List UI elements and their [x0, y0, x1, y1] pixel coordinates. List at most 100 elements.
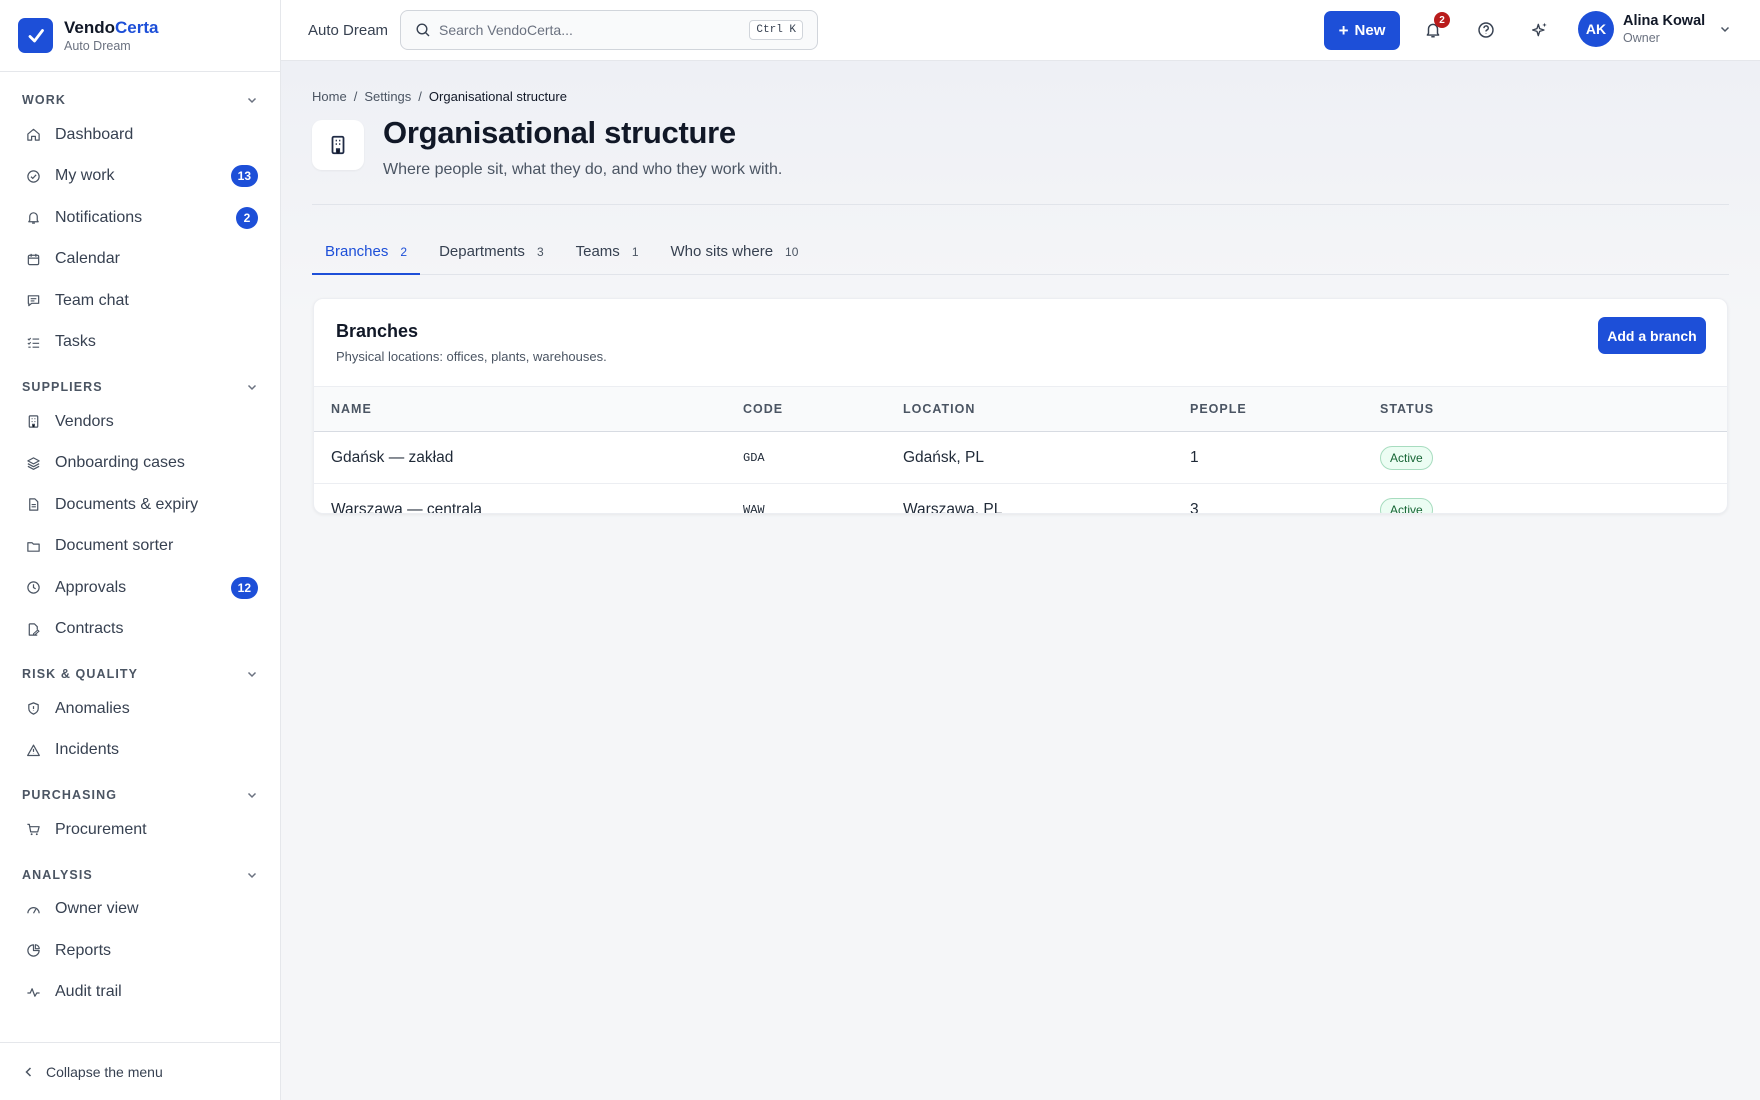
breadcrumb-settings[interactable]: Settings: [364, 89, 411, 104]
breadcrumb: Home / Settings / Organisational structu…: [312, 89, 567, 104]
breadcrumb-separator: /: [418, 89, 422, 104]
header-divider: [312, 204, 1729, 205]
search-box[interactable]: Ctrl K: [400, 10, 818, 50]
table-row[interactable]: Warszawa — centrala WAW Warszawa, PL 3 A…: [314, 484, 1727, 514]
branch-people: 1: [1173, 431, 1363, 484]
user-role: Owner: [1623, 30, 1660, 45]
chevron-down-icon: [247, 97, 257, 104]
tab-count: 1: [631, 245, 639, 259]
sidebar-item-document-sorter[interactable]: Document sorter: [0, 526, 280, 568]
tab-departments[interactable]: Departments 3: [426, 231, 557, 275]
tab-teams[interactable]: Teams 1: [563, 231, 652, 275]
home-icon: [27, 128, 40, 141]
collapse-menu-button[interactable]: Collapse the menu: [0, 1042, 280, 1100]
sidebar-item-audit-trail[interactable]: Audit trail: [0, 972, 280, 1014]
brand-org: Auto Dream: [64, 38, 131, 53]
breadcrumb-separator: /: [353, 89, 358, 104]
add-branch-button[interactable]: Add a branch: [1598, 317, 1706, 354]
new-button[interactable]: + New: [1324, 11, 1400, 50]
chevron-left-icon: [25, 1066, 32, 1077]
user-menu[interactable]: AK Alina Kowal Owner: [1578, 11, 1731, 47]
sidebar-item-documents-expiry[interactable]: Documents & expiry: [0, 484, 280, 526]
tab-branches[interactable]: Branches 2: [312, 231, 421, 275]
notifications-button[interactable]: 2: [1421, 12, 1450, 42]
layers-icon: [27, 457, 40, 470]
sidebar-item-incidents[interactable]: Incidents: [0, 730, 280, 772]
chat-icon: [27, 295, 40, 307]
breadcrumb-home[interactable]: Home: [312, 89, 347, 104]
sidebar-item-reports[interactable]: Reports: [0, 930, 280, 972]
chevron-down-icon: [247, 792, 257, 799]
section-work[interactable]: WORK: [0, 86, 280, 114]
topbar: Auto Dream Ctrl K + New 2 AK Alina Kowal…: [281, 0, 1760, 61]
branch-status-cell: Active: [1363, 431, 1727, 484]
section-purchasing[interactable]: PURCHASING: [0, 781, 280, 809]
tab-who-sits-where[interactable]: Who sits where 10: [658, 231, 812, 275]
plus-icon: +: [1338, 20, 1349, 40]
status-badge: Active: [1380, 498, 1433, 513]
help-circle-icon: [1478, 22, 1494, 38]
sidebar-item-approvals[interactable]: Approvals 12: [0, 567, 280, 609]
help-button[interactable]: [1474, 18, 1498, 42]
file-signature-icon: [28, 623, 40, 636]
sidebar-item-procurement[interactable]: Procurement: [0, 809, 280, 851]
page-subtitle: Where people sit, what they do, and who …: [383, 161, 783, 178]
search-input[interactable]: [439, 22, 750, 38]
check-circle-icon: [27, 170, 40, 183]
column-header-people[interactable]: PEOPLE: [1173, 386, 1363, 432]
sidebar-item-contracts[interactable]: Contracts: [0, 609, 280, 651]
gauge-icon: [27, 906, 40, 914]
tab-count: 2: [400, 245, 408, 259]
tab-count: 3: [536, 245, 544, 259]
brand-logo-icon: [18, 18, 53, 53]
branch-code: GDA: [726, 431, 886, 484]
sidebar-nav: WORK Dashboard My work 13 Notifications …: [0, 72, 280, 1013]
ai-assistant-button[interactable]: [1528, 18, 1552, 42]
chevron-down-icon: [1721, 26, 1730, 33]
brand[interactable]: VendoCerta Auto Dream: [0, 0, 280, 72]
badge-notifications: 2: [236, 206, 258, 229]
column-header-status[interactable]: STATUS: [1363, 386, 1727, 432]
sparkles-icon: [1532, 22, 1547, 37]
cart-icon: [27, 823, 40, 836]
branch-status-cell: Active: [1363, 484, 1727, 513]
column-header-code[interactable]: CODE: [726, 386, 886, 432]
branches-title: Branches: [336, 321, 419, 341]
column-header-location[interactable]: LOCATION: [886, 386, 1173, 432]
table-row[interactable]: Gdańsk — zakład GDA Gdańsk, PL 1 Active: [314, 431, 1727, 484]
sidebar-item-my-work[interactable]: My work 13: [0, 156, 280, 198]
org-switcher[interactable]: Auto Dream: [308, 22, 400, 39]
calendar-icon: [27, 253, 40, 266]
sidebar-item-dashboard[interactable]: Dashboard: [0, 114, 280, 156]
avatar: AK: [1578, 11, 1614, 47]
sidebar-item-tasks[interactable]: Tasks: [0, 322, 280, 364]
sidebar-item-calendar[interactable]: Calendar: [0, 239, 280, 281]
sidebar-item-onboarding-cases[interactable]: Onboarding cases: [0, 443, 280, 485]
section-risk-quality[interactable]: RISK & QUALITY: [0, 660, 280, 688]
sidebar-item-team-chat[interactable]: Team chat: [0, 280, 280, 322]
building-icon: [28, 415, 39, 428]
folder-icon: [27, 541, 40, 552]
sidebar-item-anomalies[interactable]: Anomalies: [0, 688, 280, 730]
bell-icon: [28, 212, 39, 224]
sidebar-item-owner-view[interactable]: Owner view: [0, 889, 280, 931]
warning-triangle-icon: [27, 744, 40, 756]
section-analysis[interactable]: ANALYSIS: [0, 861, 280, 889]
clock-icon: [27, 581, 40, 594]
main-content: Home / Settings / Organisational structu…: [281, 61, 1760, 1100]
sidebar-item-notifications[interactable]: Notifications 2: [0, 197, 280, 239]
user-name: Alina Kowal: [1623, 12, 1706, 29]
brand-name: VendoCerta: [64, 17, 159, 37]
list-check-icon: [27, 337, 40, 348]
chevron-down-icon: [247, 384, 257, 391]
branch-location: Warszawa, PL: [903, 501, 1003, 514]
breadcrumb-current: Organisational structure: [428, 89, 567, 104]
branches-table: NAME CODE LOCATION PEOPLE STATUS Gdańsk …: [314, 386, 1727, 514]
sidebar-item-vendors[interactable]: Vendors: [0, 401, 280, 443]
org-structure-icon: [312, 120, 364, 170]
section-suppliers[interactable]: SUPPLIERS: [0, 373, 280, 401]
tabs: Branches 2 Departments 3 Teams 1 Who sit…: [312, 231, 1729, 275]
branch-code: WAW: [743, 503, 765, 514]
search-icon: [416, 23, 430, 37]
column-header-name[interactable]: NAME: [314, 386, 726, 432]
